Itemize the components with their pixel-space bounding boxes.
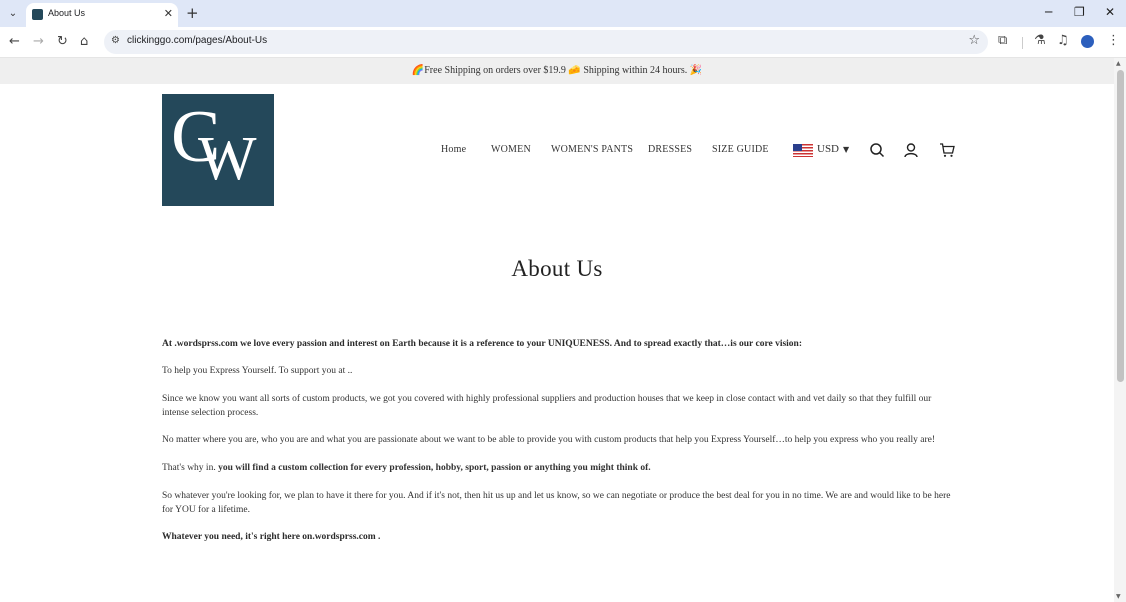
back-icon[interactable]: ← [9,34,20,49]
page-scrollbar[interactable]: ▲ ▼ [1114,58,1126,602]
tab-title: About Us [48,8,86,18]
currency-label: USD [817,143,840,155]
restore-icon[interactable]: ❐ [1074,5,1085,19]
reload-icon[interactable]: ↻ [57,34,68,49]
paragraph-collection: That's why in. you will find a custom co… [162,461,957,475]
browser-tab[interactable]: About Us ✕ [26,3,178,27]
us-flag-icon [793,144,813,157]
cart-icon[interactable] [939,142,955,158]
paragraph-closing: Whatever you need, it's right here on.wo… [162,532,381,542]
address-bar[interactable]: ⚙ clickinggo.com/pages/About-Us ☆ [104,30,988,54]
scroll-up-icon[interactable]: ▲ [1116,60,1121,67]
paragraph-suppliers: Since we know you want all sorts of cust… [162,394,932,418]
paragraph-collection-bold: you will find a custom collection for ev… [218,463,651,473]
forward-icon[interactable]: → [33,34,44,49]
new-tab-button[interactable]: + [186,4,199,22]
site-logo[interactable]: C W [162,94,274,206]
nav-item-women[interactable]: WOMEN [491,144,531,155]
bookmark-star-icon[interactable]: ☆ [968,33,980,48]
close-window-icon[interactable]: ✕ [1105,5,1115,19]
nav-item-womens-pants[interactable]: WOMEN'S PANTS [551,144,633,155]
browser-toolbar: ← → ↻ ⌂ ⚙ clickinggo.com/pages/About-Us … [0,27,1126,58]
account-icon[interactable] [903,142,919,158]
media-controls-icon[interactable]: ♫ [1057,33,1069,48]
paragraph-promise: So whatever you're looking for, we plan … [162,491,951,515]
caret-down-icon: ▼ [843,145,850,154]
tab-close-icon[interactable]: ✕ [164,7,173,20]
announcement-bar: 🌈Free Shipping on orders over $19.9 🧀 Sh… [0,58,1114,84]
search-icon[interactable] [869,142,885,158]
nav-item-home[interactable]: Home [441,144,466,155]
favicon-icon [32,9,43,20]
minimize-icon[interactable]: ─ [1045,5,1052,19]
extensions-icon[interactable]: ⧉ [998,33,1007,48]
browser-tabbar: ⌄ About Us ✕ + ─ ❐ ✕ [0,0,1126,27]
paragraph-mission: To help you Express Yourself. To support… [162,366,353,376]
page-title: About Us [511,256,603,281]
scroll-down-icon[interactable]: ▼ [1116,593,1121,600]
paragraph-passion: No matter where you are, who you are and… [162,435,935,445]
site-info-icon[interactable]: ⚙ [111,35,120,46]
paragraph-intro: At .wordsprss.com we love every passion … [162,339,803,349]
url-text[interactable]: clickinggo.com/pages/About-Us [127,35,267,46]
home-icon[interactable]: ⌂ [80,34,88,49]
labs-icon[interactable]: ⚗ [1034,33,1046,48]
scroll-thumb[interactable] [1117,70,1124,382]
paragraph-collection-lead: That's why in. [162,463,219,473]
profile-avatar-icon[interactable] [1081,35,1094,48]
menu-kebab-icon[interactable]: ⋮ [1107,33,1120,48]
nav-item-size-guide[interactable]: SIZE GUIDE [712,144,769,155]
toolbar-separator [1022,37,1023,49]
tab-search-chevron-icon[interactable]: ⌄ [6,7,20,21]
nav-item-dresses[interactable]: DRESSES [648,144,692,155]
logo-letter-w: W [198,125,257,193]
